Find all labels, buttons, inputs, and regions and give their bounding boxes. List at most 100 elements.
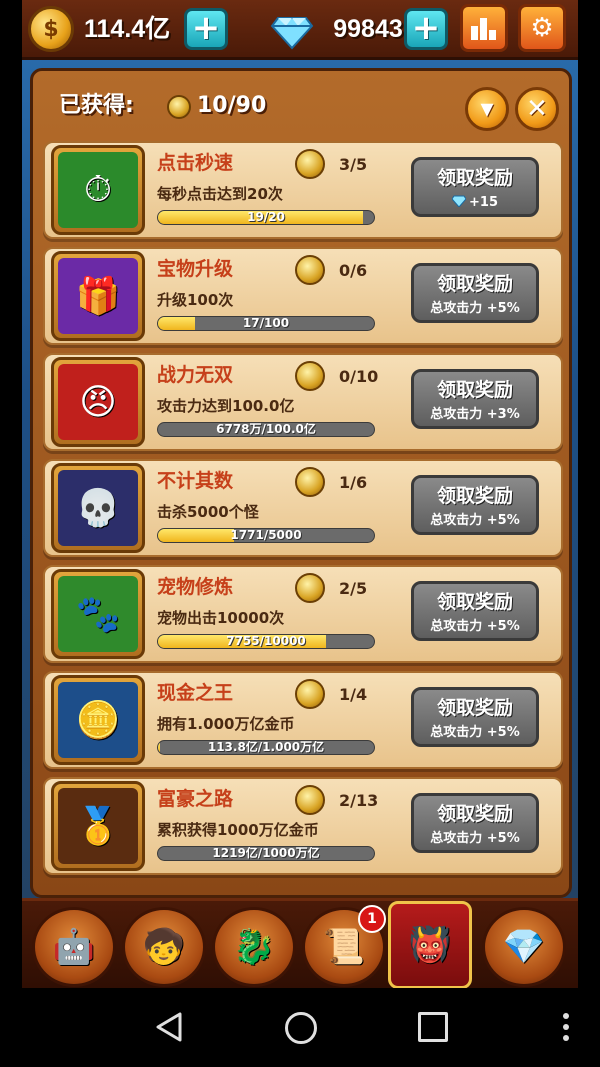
achievement-thumb: 🐾 [51, 569, 145, 659]
nav-achievements[interactable]: 👹 [388, 901, 472, 988]
achievement-row: 🐾 宠物修炼 2/5 宠物出击10000次 7755/10000 领取奖励 总攻… [43, 565, 563, 663]
achievement-row: 🪙 现金之王 1/4 拥有1.000万亿金币 113.8亿/1.000万亿 领取… [43, 671, 563, 769]
reward-text: +15 [469, 195, 498, 210]
dropdown-button[interactable]: ▾ [465, 87, 509, 131]
add-gems-button[interactable]: + [404, 8, 448, 50]
claim-label: 领取奖励 [436, 273, 513, 295]
back-icon[interactable] [152, 1010, 186, 1044]
achievement-stage: 2/13 [339, 791, 379, 810]
hero-face-icon: 🧒 [142, 927, 186, 967]
claim-label: 领取奖励 [436, 591, 513, 613]
medal-icon [295, 255, 325, 285]
claim-label: 领取奖励 [436, 485, 513, 507]
pet-icon: 🐾 [58, 576, 138, 652]
achievement-row: 🎁 宝物升级 0/6 升级100次 17/100 领取奖励 总攻击力 +5% [43, 247, 563, 345]
bottom-nav: 🤖 🧒 🐉 📜 1 👹 💎 [22, 898, 578, 988]
achievement-title: 宝物升级 [157, 258, 234, 280]
claim-reward-button[interactable]: 领取奖励 总攻击力 +5% [411, 687, 539, 747]
nav-hero[interactable]: 🧒 [122, 907, 206, 987]
progress-bar: 7755/10000 [157, 634, 375, 649]
claim-reward: 总攻击力 +3% [414, 404, 536, 426]
home-icon[interactable] [285, 1012, 317, 1044]
demon-banner-icon: 👹 [408, 925, 452, 965]
claim-reward-button[interactable]: 领取奖励 总攻击力 +5% [411, 475, 539, 535]
nav-shop[interactable]: 💎 [482, 907, 566, 987]
achievement-row: ⏱ 点击秒速 3/5 每秒点击达到20次 19/20 领取奖励 +15 [43, 141, 563, 239]
achievement-description: 累积获得1000万亿金币 [157, 821, 319, 839]
achievement-list[interactable]: ⏱ 点击秒速 3/5 每秒点击达到20次 19/20 领取奖励 +15 🎁 宝物… [43, 141, 563, 893]
more-icon[interactable] [556, 1010, 576, 1044]
achievement-description: 攻击力达到100.0亿 [157, 397, 295, 415]
claim-reward-button[interactable]: 领取奖励 总攻击力 +5% [411, 263, 539, 323]
graveyard-icon: 💀 [58, 470, 138, 546]
claim-reward-button[interactable]: 领取奖励 总攻击力 +3% [411, 369, 539, 429]
achievements-panel: 已获得: 10/90 ▾ ✕ ⏱ 点击秒速 3/5 每秒点击达到20次 19/2… [30, 68, 572, 898]
claim-reward-button[interactable]: 领取奖励 总攻击力 +5% [411, 581, 539, 641]
claim-reward: +15 [414, 192, 536, 214]
medal-icon [295, 785, 325, 815]
money-amount: 114.4亿 [84, 15, 171, 43]
nav-dragon[interactable]: 🐉 [212, 907, 296, 987]
achievement-row: 😠 战力无双 0/10 攻击力达到100.0亿 6778万/100.0亿 领取奖… [43, 353, 563, 451]
achievement-thumb: 💀 [51, 463, 145, 553]
reward-text: 总攻击力 +5% [430, 301, 520, 316]
claim-reward-button[interactable]: 领取奖励 +15 [411, 157, 539, 217]
treasure-chest-icon: 🎁 [58, 258, 138, 334]
achievement-description: 拥有1.000万亿金币 [157, 715, 295, 733]
reward-text: 总攻击力 +5% [430, 831, 520, 846]
claim-label: 领取奖励 [436, 697, 513, 719]
claim-reward: 总攻击力 +5% [414, 616, 536, 638]
achievement-title: 点击秒速 [157, 152, 234, 174]
gold-bars-icon: 🥇 [58, 788, 138, 864]
progress-text: 17/100 [242, 316, 290, 330]
medal-icon [295, 467, 325, 497]
progress-text: 1219亿/1000万亿 [212, 846, 320, 860]
achievement-thumb: 🪙 [51, 675, 145, 765]
diamond-icon [452, 195, 466, 207]
reward-text: 总攻击力 +5% [430, 619, 520, 634]
stopwatch-icon: ⏱ [58, 152, 138, 228]
medal-icon [295, 361, 325, 391]
notification-badge: 1 [358, 905, 386, 933]
nav-hero-robot[interactable]: 🤖 [32, 907, 116, 987]
screen: $ 114.4亿 + 99843 + ⚙ 已获得: 10/90 ▾ ✕ ⏱ 点击… [0, 0, 600, 1067]
progress-text: 7755/10000 [226, 634, 306, 648]
progress-bar: 17/100 [157, 316, 375, 331]
chevron-down-icon: ▾ [480, 94, 494, 124]
progress-text: 19/20 [247, 210, 285, 224]
medal-icon [295, 149, 325, 179]
claim-reward: 总攻击力 +5% [414, 298, 536, 320]
achievement-thumb: 🥇 [51, 781, 145, 871]
coin-stack-icon: 🪙 [58, 682, 138, 758]
achievement-thumb: 😠 [51, 357, 145, 447]
achievement-stage: 1/6 [339, 473, 368, 492]
close-button[interactable]: ✕ [515, 87, 559, 131]
diamond-icon [270, 17, 314, 50]
leaderboard-button[interactable] [460, 4, 508, 52]
achievement-row: 🥇 富豪之路 2/13 累积获得1000万亿金币 1219亿/1000万亿 领取… [43, 777, 563, 875]
medal-icon [295, 679, 325, 709]
achievement-stage: 0/6 [339, 261, 368, 280]
progress-text: 1771/5000 [230, 528, 302, 542]
claim-reward-button[interactable]: 领取奖励 总攻击力 +5% [411, 793, 539, 853]
recents-icon[interactable] [418, 1012, 448, 1042]
top-bar: $ 114.4亿 + 99843 + ⚙ [22, 0, 578, 60]
add-money-button[interactable]: + [184, 8, 228, 50]
achievement-thumb: 🎁 [51, 251, 145, 341]
obtained-count: 10/90 [197, 93, 267, 118]
progress-bar: 6778万/100.0亿 [157, 422, 375, 437]
settings-button[interactable]: ⚙ [518, 4, 566, 52]
progress-text: 6778万/100.0亿 [216, 422, 316, 436]
gems-amount: 99843 [333, 15, 403, 43]
claim-label: 领取奖励 [436, 379, 513, 401]
reward-text: 总攻击力 +5% [430, 725, 520, 740]
achievement-title: 富豪之路 [157, 788, 234, 810]
achievement-description: 升级100次 [157, 291, 234, 309]
achievement-stage: 1/4 [339, 685, 368, 704]
scroll-icon: 📜 [322, 927, 366, 967]
achievement-stage: 3/5 [339, 155, 368, 174]
achievement-title: 不计其数 [157, 470, 234, 492]
game-area: $ 114.4亿 + 99843 + ⚙ 已获得: 10/90 ▾ ✕ ⏱ 点击… [22, 0, 578, 988]
claim-reward: 总攻击力 +5% [414, 828, 536, 850]
achievement-description: 每秒点击达到20次 [157, 185, 283, 203]
